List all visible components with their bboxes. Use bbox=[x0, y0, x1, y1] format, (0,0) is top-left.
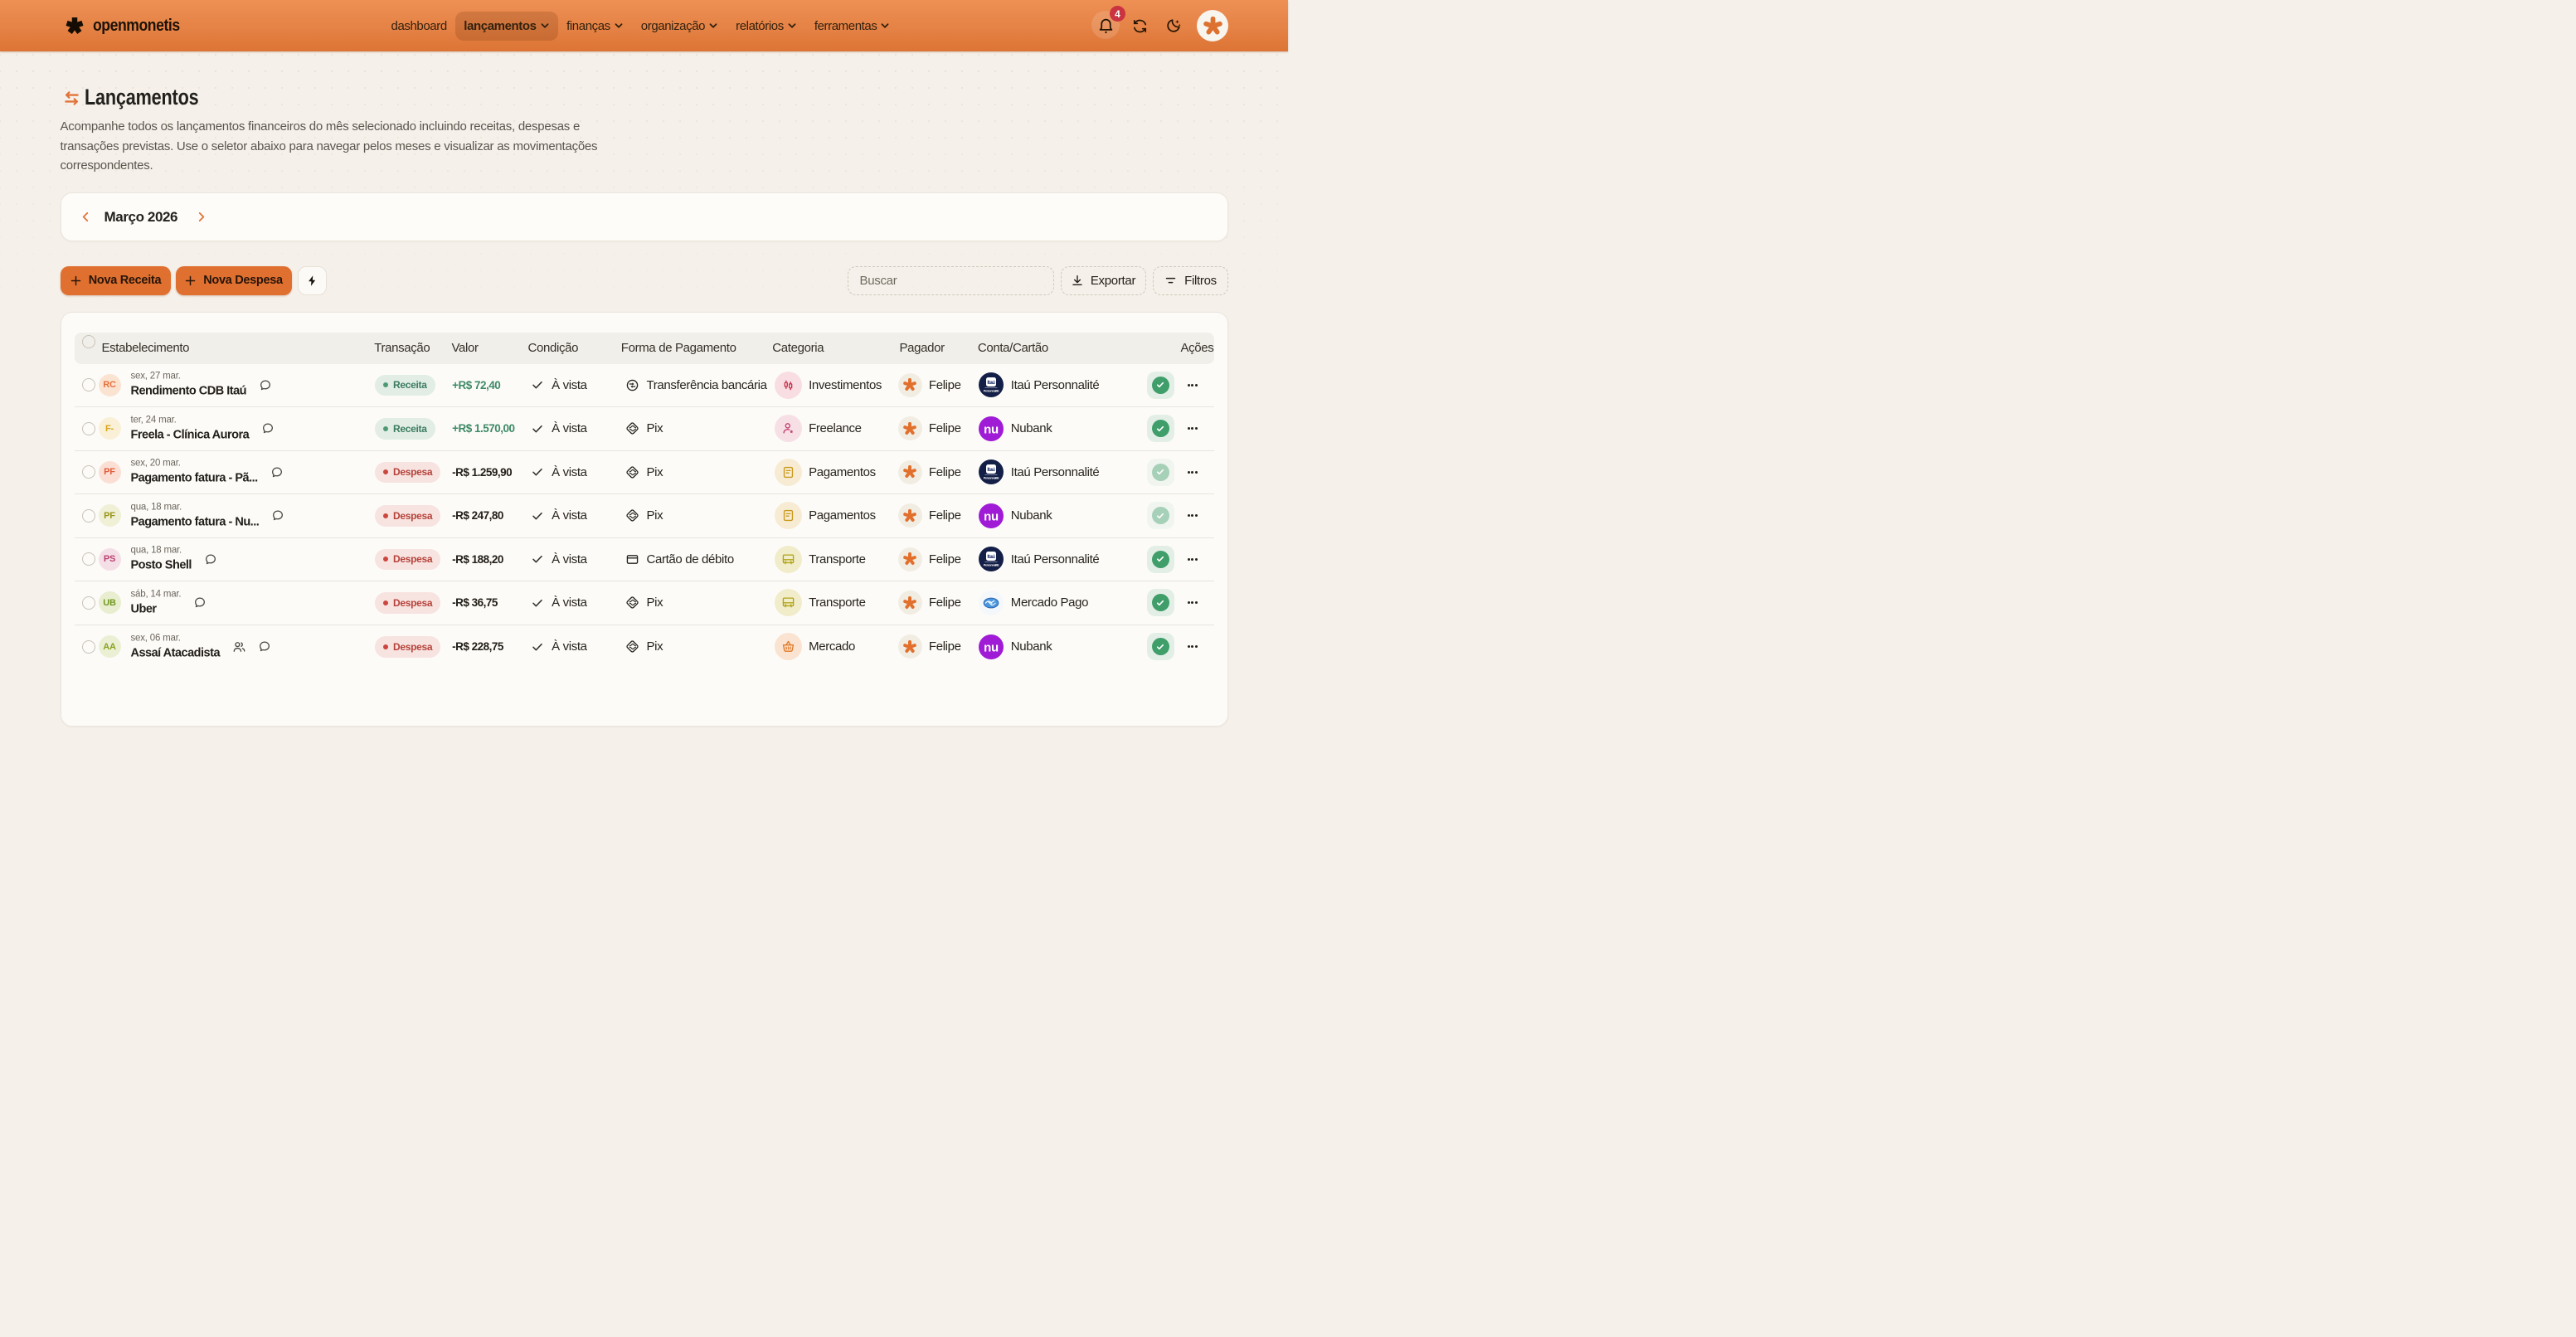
svg-text:Itaú: Itaú bbox=[987, 555, 995, 560]
svg-text:nu: nu bbox=[984, 422, 999, 436]
svg-text:Personnalité: Personnalité bbox=[984, 390, 999, 393]
svg-text:nu: nu bbox=[984, 509, 999, 523]
svg-text:Personnalité: Personnalité bbox=[984, 477, 999, 480]
svg-text:nu: nu bbox=[984, 640, 999, 654]
svg-text:Itaú: Itaú bbox=[987, 468, 995, 473]
svg-text:Personnalité: Personnalité bbox=[984, 564, 999, 567]
svg-text:Itaú: Itaú bbox=[987, 381, 995, 386]
